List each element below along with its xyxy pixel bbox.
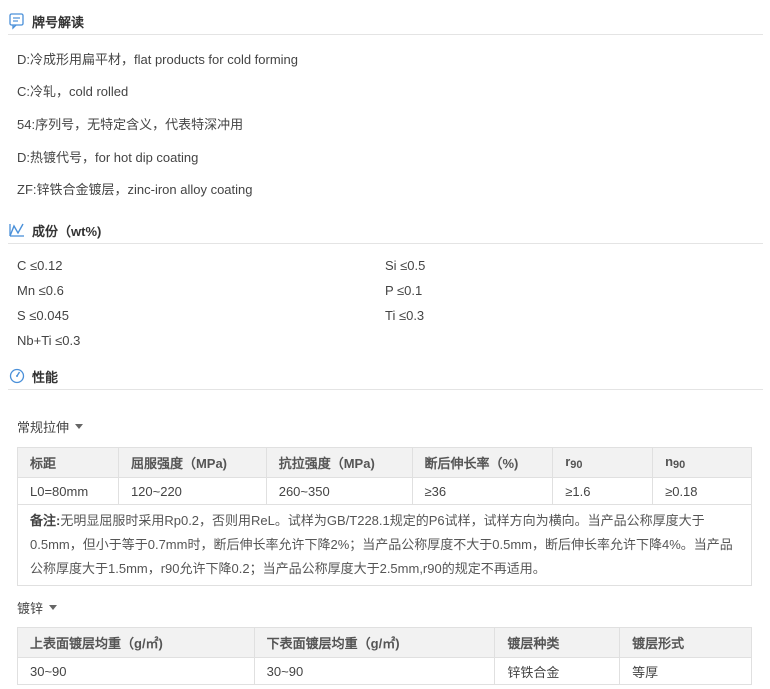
- table-header: 镀层种类: [494, 627, 621, 658]
- composition-item: C ≤0.12: [17, 258, 63, 273]
- table-header-row: 标距 屈服强度（MPa) 抗拉强度（MPa) 断后伸长率（%) r90 n90: [17, 447, 752, 478]
- composition-item: Si ≤0.5: [385, 258, 426, 273]
- table-header-r90: r90: [552, 447, 654, 478]
- coating-label: 镀锌: [17, 601, 44, 616]
- brand-line: 54:序列号，无特定含义，代表特深冲用: [17, 117, 244, 132]
- composition-item: Nb+Ti ≤0.3: [17, 333, 81, 348]
- table-cell: ≥0.18: [652, 477, 752, 505]
- table-header: 屈服强度（MPa): [117, 447, 267, 478]
- note-cell: 备注:无明显屈服时采用Rp0.2，否则用ReL。试样为GB/T228.1规定的P…: [17, 504, 752, 586]
- brand-section-header: 牌号解读: [8, 8, 763, 35]
- table-header-n90: n90: [652, 447, 752, 478]
- header-subscript: 90: [673, 459, 686, 471]
- composition-item: Mn ≤0.6: [17, 283, 64, 298]
- note-text: 无明显屈服时采用Rp0.2，否则用ReL。试样为GB/T228.1规定的P6试样…: [30, 513, 733, 576]
- brand-line: ZF:锌铁合金镀层，zinc-iron alloy coating: [17, 182, 253, 197]
- table-cell: L0=80mm: [17, 477, 119, 505]
- table-cell: 锌铁合金: [494, 657, 621, 685]
- table-header-row: 上表面镀层均重（g/㎡) 下表面镀层均重（g/㎡) 镀层种类 镀层形式: [17, 627, 752, 658]
- table-header: 抗拉强度（MPa): [265, 447, 413, 478]
- coating-toggle[interactable]: 镀锌: [17, 598, 58, 617]
- header-subscript: 90: [570, 459, 583, 471]
- caret-down-icon: [49, 605, 58, 610]
- table-cell: 120~220: [117, 477, 267, 505]
- caret-down-icon: [75, 424, 84, 429]
- table-cell: 30~90: [253, 657, 496, 685]
- table-cell: 260~350: [265, 477, 413, 505]
- composition-section-header: 成份（wt%): [8, 217, 763, 244]
- composition-item: Ti ≤0.3: [385, 308, 425, 323]
- note-label: 备注:: [30, 513, 61, 528]
- table-row: 30~90 30~90 锌铁合金 等厚: [17, 657, 752, 685]
- document-icon: [8, 12, 26, 30]
- table-header: 断后伸长率（%): [411, 447, 554, 478]
- composition-item: P ≤0.1: [385, 283, 423, 298]
- composition-item: S ≤0.045: [17, 308, 69, 323]
- table-cell: ≥36: [411, 477, 554, 505]
- tensile-label: 常规拉伸: [17, 420, 70, 435]
- flask-chart-icon: [8, 221, 26, 239]
- coating-table: 上表面镀层均重（g/㎡) 下表面镀层均重（g/㎡) 镀层种类 镀层形式 30~9…: [17, 627, 752, 685]
- table-row: L0=80mm 120~220 260~350 ≥36 ≥1.6 ≥0.18: [17, 477, 752, 505]
- brand-line: C:冷轧，cold rolled: [17, 84, 129, 99]
- table-cell: 等厚: [619, 657, 752, 685]
- table-cell: ≥1.6: [552, 477, 654, 505]
- table-cell: 30~90: [17, 657, 255, 685]
- brand-section-title: 牌号解读: [32, 14, 85, 30]
- table-header: 上表面镀层均重（g/㎡): [17, 627, 255, 658]
- performance-section-header: 性能: [8, 363, 763, 390]
- table-header: 下表面镀层均重（g/㎡): [253, 627, 496, 658]
- composition-section-title: 成份（wt%): [32, 223, 102, 239]
- table-header: 标距: [17, 447, 119, 478]
- brand-line: D:冷成形用扁平材，flat products for cold forming: [17, 52, 299, 67]
- note-row: 备注:无明显屈服时采用Rp0.2，否则用ReL。试样为GB/T228.1规定的P…: [17, 504, 752, 586]
- gauge-icon: [8, 367, 26, 385]
- header-symbol: n: [665, 454, 674, 469]
- table-header: 镀层形式: [619, 627, 752, 658]
- brand-line: D:热镀代号，for hot dip coating: [17, 150, 199, 165]
- performance-section-title: 性能: [32, 369, 59, 385]
- tensile-toggle[interactable]: 常规拉伸: [17, 417, 84, 436]
- tensile-table: 标距 屈服强度（MPa) 抗拉强度（MPa) 断后伸长率（%) r90 n90 …: [17, 447, 752, 586]
